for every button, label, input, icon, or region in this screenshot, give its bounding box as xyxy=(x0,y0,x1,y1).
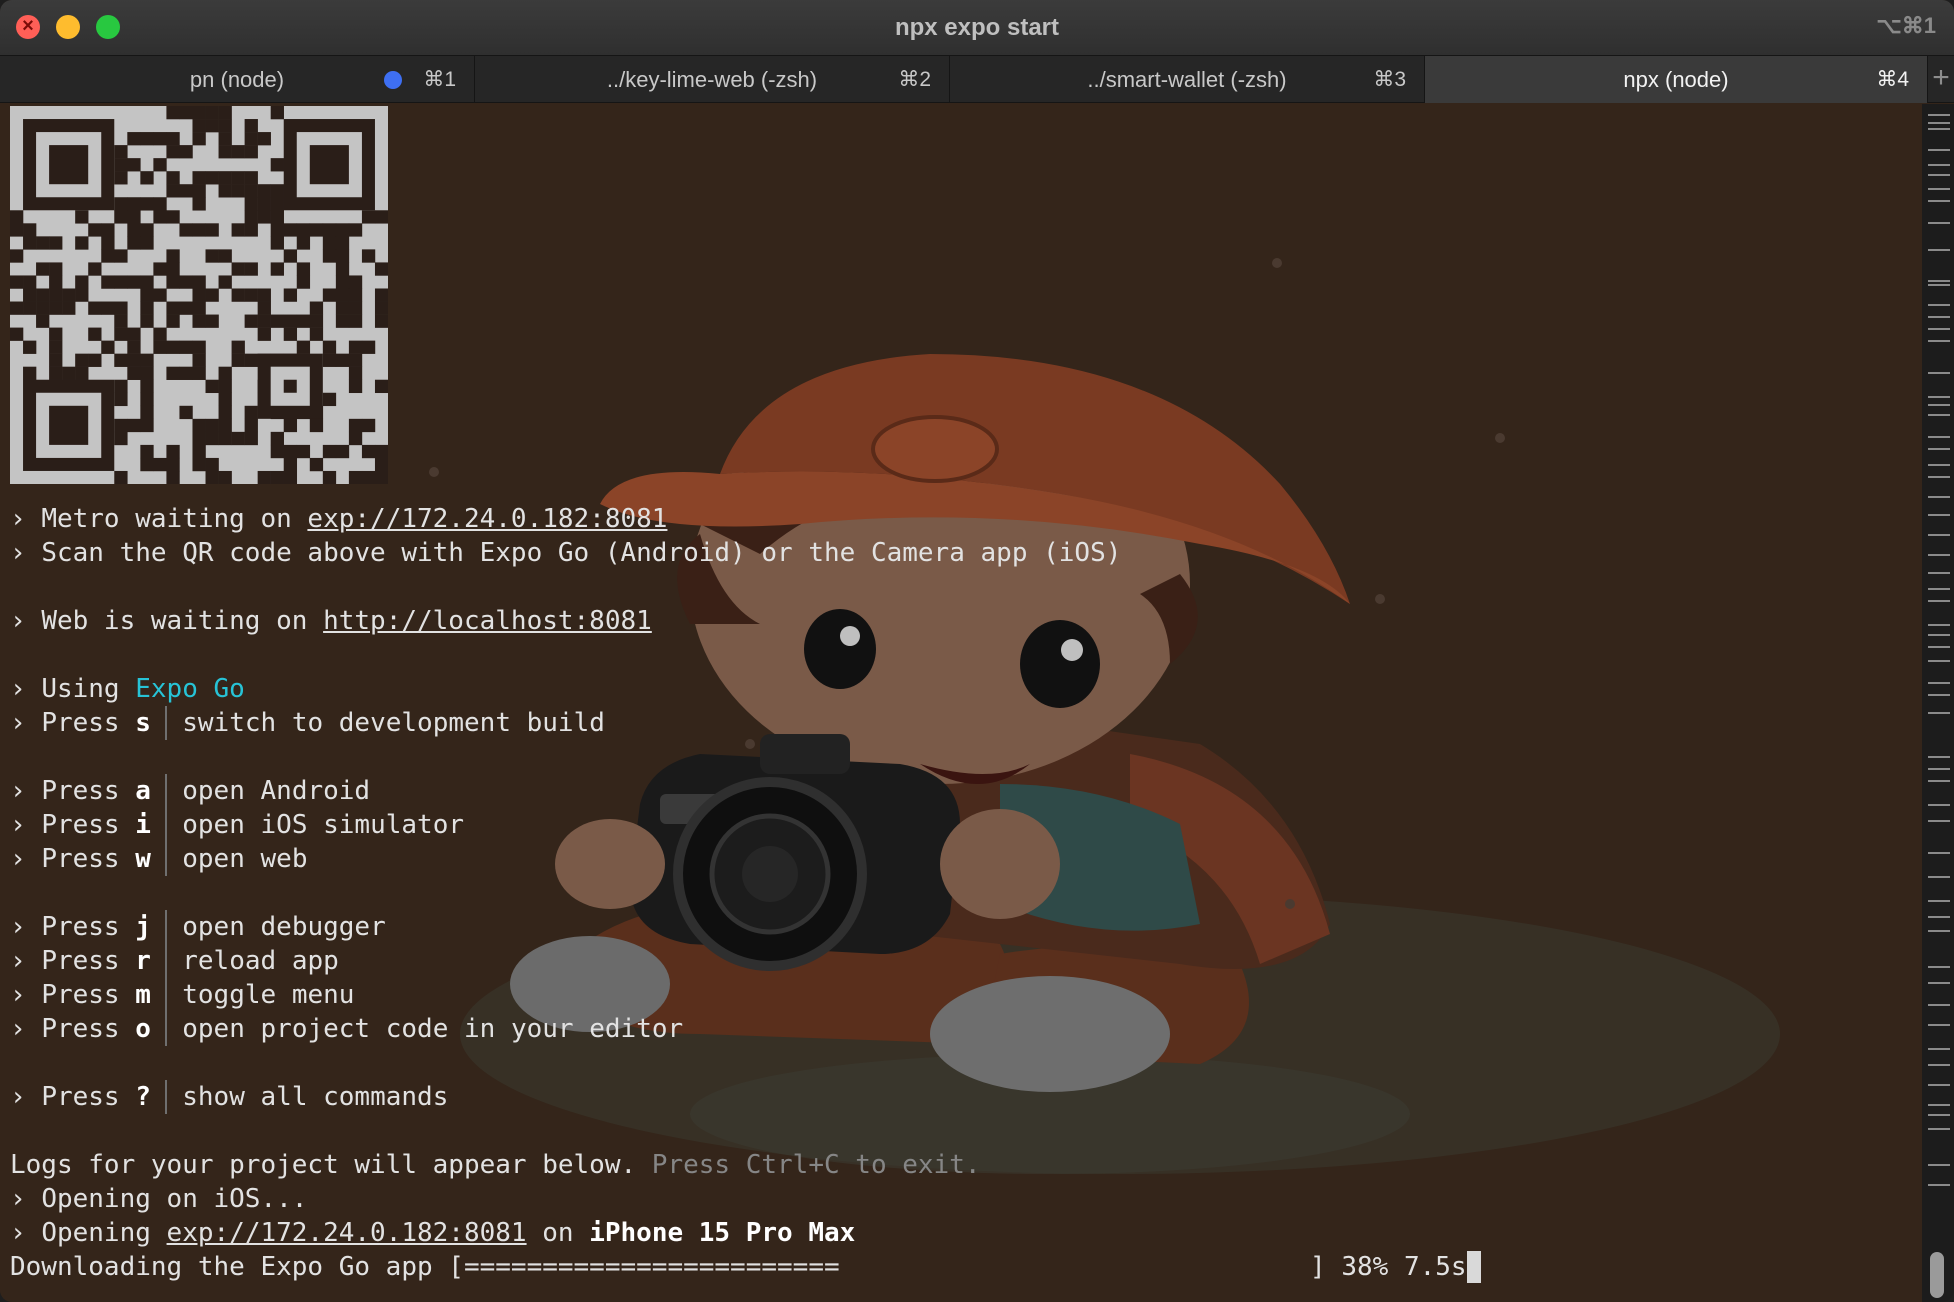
window-title: npx expo start xyxy=(894,14,1060,41)
divider xyxy=(165,1080,168,1114)
progress-time: 7.5s xyxy=(1403,1252,1467,1282)
terminal-lines: › Metro waiting on exp://172.24.0.182:80… xyxy=(10,502,1910,1284)
tab-smart-wallet[interactable]: ../smart-wallet (-zsh) ⌘3 xyxy=(950,56,1425,103)
tab-key-lime-web[interactable]: ../key-lime-web (-zsh) ⌘2 xyxy=(475,56,950,103)
command-key: i xyxy=(135,810,151,840)
divider xyxy=(165,706,168,740)
command-desc: toggle menu xyxy=(182,980,355,1010)
terminal-window: npx expo start ⌥⌘1 pn (node) ⌘1 ../key-l… xyxy=(0,0,1954,1302)
download-progress-line: Downloading the Expo Go app [===========… xyxy=(10,1250,1910,1284)
command-key: w xyxy=(135,844,151,874)
command-key: m xyxy=(135,980,151,1010)
tab-bar: pn (node) ⌘1 ../key-lime-web (-zsh) ⌘2 .… xyxy=(0,55,1954,103)
tab-shortcut: ⌘2 xyxy=(898,68,931,91)
scrollbar-marks xyxy=(1928,114,1950,1186)
command-line-w: › Press w open web xyxy=(10,842,308,876)
web-url-link[interactable]: http://localhost:8081 xyxy=(323,606,652,636)
scrollbar[interactable] xyxy=(1922,104,1954,1302)
command-key: ? xyxy=(135,1082,151,1112)
tab-title: ../key-lime-web (-zsh) xyxy=(606,67,818,92)
tab-npx-node[interactable]: npx (node) ⌘4 xyxy=(1425,56,1928,103)
opening-url-link[interactable]: exp://172.24.0.182:8081 xyxy=(167,1218,527,1248)
tab-shortcut: ⌘4 xyxy=(1876,68,1909,91)
device-name: iPhone 15 Pro Max xyxy=(589,1218,856,1248)
qr-code xyxy=(10,106,388,484)
command-key: j xyxy=(135,912,151,942)
terminal-output[interactable]: › Metro waiting on exp://172.24.0.182:80… xyxy=(0,104,1922,1302)
window-shortcut: ⌥⌘1 xyxy=(1876,13,1936,38)
divider xyxy=(165,774,168,808)
prompt-icon: › xyxy=(10,708,26,738)
opening-ios-line: › Opening on iOS... xyxy=(10,1184,308,1214)
prompt-icon: › xyxy=(10,1218,26,1248)
scrollbar-thumb[interactable] xyxy=(1930,1252,1944,1298)
divider xyxy=(165,910,168,944)
command-line-o: › Press o open project code in your edito… xyxy=(10,1012,684,1046)
divider xyxy=(165,978,168,1012)
prompt-icon: › xyxy=(10,674,26,704)
title-bar: npx expo start ⌥⌘1 xyxy=(0,0,1954,55)
activity-dot-icon xyxy=(384,71,402,89)
text-cursor xyxy=(1466,1251,1481,1283)
command-line-r: › Press r reload app xyxy=(10,944,339,978)
command-desc: open Android xyxy=(182,776,371,806)
command-line-i: › Press i open iOS simulator xyxy=(10,808,465,842)
logs-line: Logs for your project will appear below.… xyxy=(10,1150,981,1180)
command-line-s: › Press s switch to development build xyxy=(10,706,605,740)
command-line-help: › Press ? show all commands xyxy=(10,1080,449,1114)
divider xyxy=(165,944,168,978)
command-line-j: › Press j open debugger xyxy=(10,910,386,944)
metro-line: › Metro waiting on exp://172.24.0.182:80… xyxy=(10,504,668,534)
divider xyxy=(165,1012,168,1046)
expo-go-label: Expo Go xyxy=(135,674,245,704)
tab-shortcut: ⌘1 xyxy=(423,68,456,91)
command-desc: show all commands xyxy=(182,1082,449,1112)
prompt-icon: › xyxy=(10,776,26,806)
command-desc: open web xyxy=(182,844,308,874)
tab-title: npx (node) xyxy=(1623,67,1729,92)
using-line: › Using Expo Go xyxy=(10,674,245,704)
command-key: o xyxy=(135,1014,151,1044)
command-key: r xyxy=(135,946,151,976)
divider xyxy=(165,808,168,842)
command-line-m: › Press m toggle menu xyxy=(10,978,355,1012)
tab-shortcut: ⌘3 xyxy=(1373,68,1406,91)
progress-bar-fill: ======================== xyxy=(463,1252,840,1282)
prompt-icon: › xyxy=(10,810,26,840)
new-tab-button[interactable]: + xyxy=(1928,56,1954,103)
web-line: › Web is waiting on http://localhost:808… xyxy=(10,606,652,636)
prompt-icon: › xyxy=(10,980,26,1010)
divider xyxy=(165,842,168,876)
prompt-icon: › xyxy=(10,606,26,636)
opening-url-line: › Opening exp://172.24.0.182:8081 on iPh… xyxy=(10,1218,856,1248)
command-desc: switch to development build xyxy=(182,708,605,738)
command-key: s xyxy=(135,708,151,738)
tab-title: ../smart-wallet (-zsh) xyxy=(1087,67,1287,92)
prompt-icon: › xyxy=(10,538,26,568)
tab-title: pn (node) xyxy=(189,67,285,92)
prompt-icon: › xyxy=(10,1082,26,1112)
command-desc: open iOS simulator xyxy=(182,810,465,840)
command-desc: open project code in your editor xyxy=(182,1014,684,1044)
prompt-icon: › xyxy=(10,1014,26,1044)
exit-hint: Press Ctrl+C to exit. xyxy=(651,1150,981,1180)
prompt-icon: › xyxy=(10,946,26,976)
progress-percent: 38% xyxy=(1341,1252,1389,1282)
prompt-icon: › xyxy=(10,844,26,874)
command-line-a: › Press a open Android xyxy=(10,774,371,808)
progress-stats: ] 38% 7.5s xyxy=(1310,1250,1481,1284)
command-key: a xyxy=(135,776,151,806)
prompt-icon: › xyxy=(10,504,26,534)
metro-url-link[interactable]: exp://172.24.0.182:8081 xyxy=(307,504,667,534)
prompt-icon: › xyxy=(10,1184,26,1214)
scan-line: › Scan the QR code above with Expo Go (A… xyxy=(10,538,1122,568)
command-desc: reload app xyxy=(182,946,339,976)
command-desc: open debugger xyxy=(182,912,386,942)
tab-pn-node[interactable]: pn (node) ⌘1 xyxy=(0,56,475,103)
prompt-icon: › xyxy=(10,912,26,942)
